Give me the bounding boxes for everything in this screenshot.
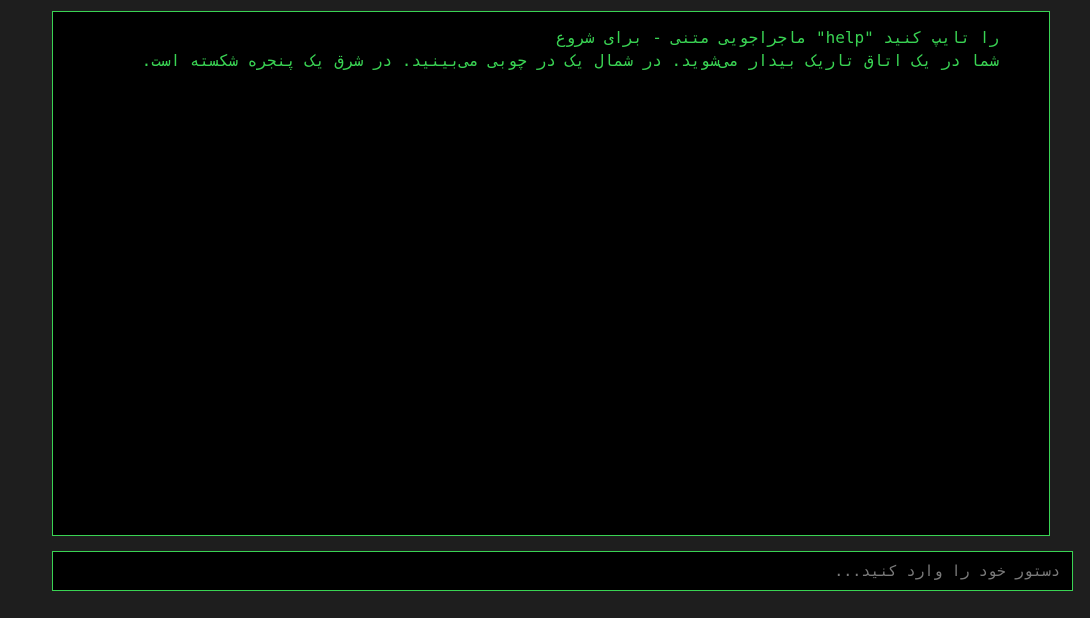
terminal-text: را تایپ کنید "help" ماجراجویی متنی - برا… xyxy=(67,26,999,72)
terminal-line-room: شما در یک اتاق تاریک بیدار می‌شوید. در ش… xyxy=(141,51,999,70)
command-box[interactable] xyxy=(52,551,1073,591)
command-input[interactable] xyxy=(65,552,1060,590)
terminal-line-intro: را تایپ کنید "help" ماجراجویی متنی - برا… xyxy=(555,28,999,47)
terminal-output: را تایپ کنید "help" ماجراجویی متنی - برا… xyxy=(52,11,1050,536)
